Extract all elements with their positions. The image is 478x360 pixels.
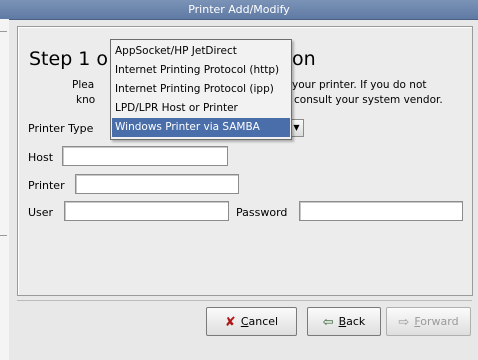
arrow-left-icon: ⇦ [322,315,334,330]
printer-type-dropdown: AppSocket/HP JetDirect Internet Printing… [110,39,292,140]
step-heading-right: on [292,48,316,70]
window-titlebar: Printer Add/Modify [0,0,478,20]
password-label: Password [236,206,288,219]
host-input[interactable] [62,146,228,166]
cancel-button[interactable]: ✘ Cancel [206,307,297,336]
arrow-right-icon: ⇨ [398,315,410,330]
forward-button[interactable]: ⇨ Forward [386,307,471,336]
printer-type-option[interactable]: AppSocket/HP JetDirect [112,42,290,61]
password-input[interactable] [299,201,463,221]
back-label: ack [346,315,366,328]
chevron-down-icon: ▼ [293,123,300,132]
printer-type-option[interactable]: LPD/LPR Host or Printer [112,99,290,118]
description-line2-right: consult your system vendor. [294,94,443,106]
description-line1-right: your printer. If you do not [292,79,427,91]
printer-input[interactable] [75,174,239,194]
step-heading-left: Step 1 o [29,48,109,70]
printer-type-option[interactable]: Internet Printing Protocol (http) [112,61,290,80]
printer-label: Printer [28,179,65,192]
cancel-label: ancel [248,315,279,328]
back-button[interactable]: ⇦ Back [307,307,381,336]
printer-type-option[interactable]: Internet Printing Protocol (ipp) [112,80,290,99]
x-icon: ✘ [224,315,236,330]
user-label: User [28,206,54,219]
forward-label: orward [420,315,459,328]
printer-type-option-selected[interactable]: Windows Printer via SAMBA [112,118,290,137]
user-input[interactable] [64,201,229,221]
description-line2-left: kno [76,94,96,106]
back-mnemonic: B [338,315,347,328]
button-bar-separator [17,300,472,301]
printer-type-label: Printer Type [28,122,94,135]
host-label: Host [28,151,54,164]
window-title: Printer Add/Modify [188,3,290,16]
left-edge [0,19,9,360]
description-line1-left: Plea [72,79,95,91]
cancel-mnemonic: C [240,315,249,328]
